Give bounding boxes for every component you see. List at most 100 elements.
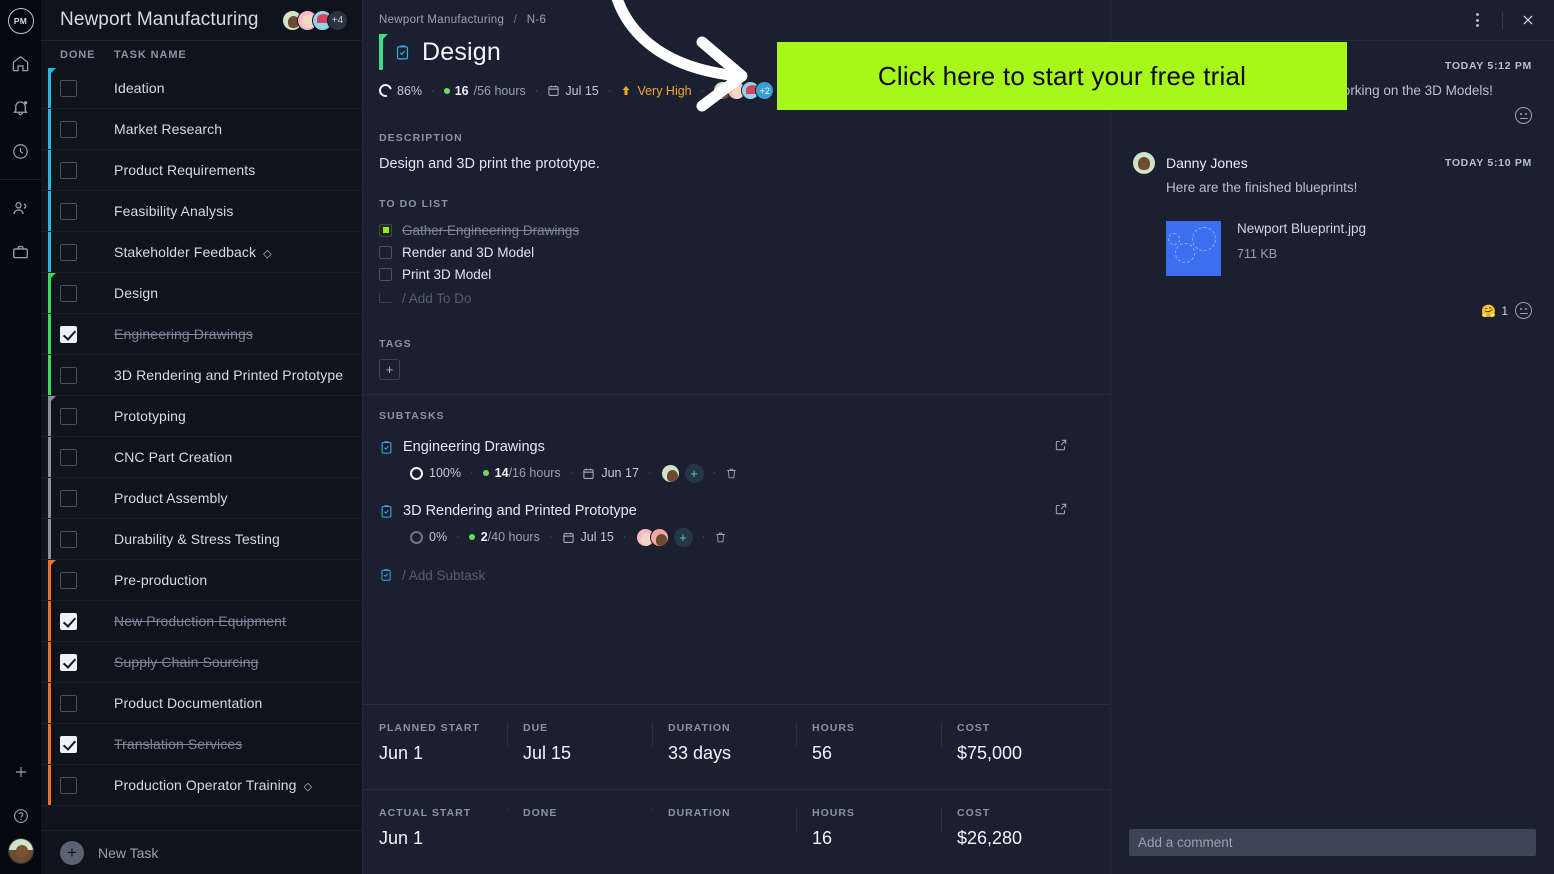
- avatar-overflow[interactable]: +4: [327, 9, 348, 31]
- subtask-title-row[interactable]: 3D Rendering and Printed Prototype: [379, 498, 1110, 524]
- attachment-filename: Newport Blueprint.jpg: [1237, 221, 1367, 236]
- add-tag-button[interactable]: +: [379, 359, 400, 380]
- add-reaction-icon[interactable]: [1515, 107, 1532, 124]
- more-options-icon[interactable]: [1463, 6, 1491, 34]
- task-row[interactable]: Stakeholder Feedback ◇: [41, 232, 362, 273]
- task-done-checkbox[interactable]: [60, 284, 77, 302]
- subtask-assignees[interactable]: +: [660, 463, 704, 483]
- hours-dot-icon: [482, 470, 489, 476]
- task-row[interactable]: Market Research: [41, 109, 362, 150]
- free-trial-cta-button[interactable]: Click here to start your free trial: [777, 42, 1347, 110]
- task-row[interactable]: Ideation: [41, 68, 362, 109]
- todo-item[interactable]: Gather Engineering Drawings: [363, 219, 1110, 241]
- task-row[interactable]: Supply Chain Sourcing: [41, 642, 362, 683]
- task-name: Market Research: [114, 121, 223, 137]
- open-subtask-icon[interactable]: [1054, 438, 1068, 457]
- task-row[interactable]: Product Requirements: [41, 150, 362, 191]
- task-done-checkbox[interactable]: [60, 366, 77, 384]
- home-icon[interactable]: [0, 41, 41, 85]
- task-done-checkbox[interactable]: [60, 653, 77, 671]
- todo-checkbox[interactable]: [379, 245, 392, 259]
- subtask-item: 3D Rendering and Printed Prototype 0% · 2/4…: [363, 498, 1110, 550]
- task-detail-panel: Newport Manufacturing / N-6 Design 86% ·: [362, 0, 1110, 874]
- task-row[interactable]: Product Assembly: [41, 478, 362, 519]
- task-done-checkbox[interactable]: [60, 120, 77, 138]
- task-done-checkbox[interactable]: [60, 243, 77, 261]
- hours-meta[interactable]: 16 /56 hours: [443, 84, 526, 98]
- priority-value: Very High: [637, 83, 692, 98]
- delete-subtask-icon[interactable]: [714, 531, 727, 544]
- add-todo-button[interactable]: / Add To Do: [363, 285, 1110, 311]
- task-done-checkbox[interactable]: [60, 407, 77, 425]
- new-task-button[interactable]: + New Task: [41, 830, 362, 874]
- todo-item[interactable]: Render and 3D Model: [363, 241, 1110, 263]
- task-row[interactable]: New Production Equipment: [41, 601, 362, 642]
- progress-value: 86%: [397, 83, 423, 98]
- subtask-hours-done: 14: [494, 466, 509, 480]
- close-icon[interactable]: [1514, 6, 1542, 34]
- meta-separator: ·: [701, 531, 706, 543]
- stat-cell: COST $26,280: [941, 790, 1091, 849]
- todo-checkbox[interactable]: [379, 267, 392, 281]
- task-done-checkbox[interactable]: [60, 571, 77, 589]
- task-row[interactable]: CNC Part Creation: [41, 437, 362, 478]
- task-done-checkbox[interactable]: [60, 79, 77, 97]
- task-done-checkbox[interactable]: [60, 612, 77, 630]
- add-icon[interactable]: [0, 750, 41, 794]
- due-date-meta[interactable]: Jul 15: [547, 84, 599, 98]
- milestone-diamond-icon: ◇: [303, 781, 313, 793]
- reaction-badge[interactable]: 🤗 1: [1481, 304, 1508, 318]
- task-row[interactable]: Product Documentation: [41, 683, 362, 724]
- open-subtask-icon[interactable]: [1054, 502, 1068, 521]
- task-row[interactable]: Prototyping: [41, 396, 362, 437]
- hours-dot-icon: [468, 534, 475, 540]
- priority-meta[interactable]: Very High: [620, 83, 692, 98]
- add-reaction-icon[interactable]: [1515, 302, 1532, 319]
- breadcrumb-task-id[interactable]: N-6: [527, 14, 546, 26]
- todo-checkbox[interactable]: [379, 223, 392, 237]
- comments-panel: TODAY 5:12 PM Thanks Danny, we will star…: [1110, 0, 1554, 874]
- task-row[interactable]: 3D Rendering and Printed Prototype: [41, 355, 362, 396]
- time-icon[interactable]: [0, 129, 41, 173]
- task-row[interactable]: Engineering Drawings: [41, 314, 362, 355]
- app-logo[interactable]: PM: [0, 0, 41, 41]
- add-assignee-button[interactable]: +: [684, 463, 704, 483]
- project-members[interactable]: +4: [282, 9, 348, 31]
- progress-meta[interactable]: 86%: [376, 81, 423, 100]
- task-row[interactable]: Design: [41, 273, 362, 314]
- help-icon[interactable]: [0, 794, 41, 838]
- subtask-assignees[interactable]: +: [635, 527, 693, 547]
- task-done-checkbox[interactable]: [60, 448, 77, 466]
- task-done-checkbox[interactable]: [60, 735, 77, 753]
- task-done-checkbox[interactable]: [60, 325, 77, 343]
- breadcrumb-project[interactable]: Newport Manufacturing: [379, 14, 504, 26]
- task-row[interactable]: Production Operator Training ◇: [41, 765, 362, 806]
- task-name: New Production Equipment: [114, 613, 287, 629]
- task-row[interactable]: Translation Services: [41, 724, 362, 765]
- todo-item[interactable]: Print 3D Model: [363, 263, 1110, 285]
- task-done-checkbox[interactable]: [60, 202, 77, 220]
- task-group-color-bar: [48, 232, 51, 272]
- task-done-checkbox[interactable]: [60, 694, 77, 712]
- add-subtask-button[interactable]: / Add Subtask: [363, 562, 1110, 588]
- comment-input[interactable]: [1129, 829, 1536, 856]
- task-done-checkbox[interactable]: [60, 776, 77, 794]
- task-row[interactable]: Pre-production: [41, 560, 362, 601]
- add-assignee-button[interactable]: +: [673, 527, 693, 547]
- assignee-overflow[interactable]: +2: [755, 81, 775, 100]
- description-text[interactable]: Design and 3D print the prototype.: [363, 144, 1110, 172]
- comment-attachment[interactable]: Newport Blueprint.jpg 711 KB: [1166, 221, 1532, 276]
- notifications-icon[interactable]: [0, 85, 41, 129]
- briefcase-icon[interactable]: [0, 230, 41, 274]
- delete-subtask-icon[interactable]: [725, 467, 738, 480]
- task-done-checkbox[interactable]: [60, 161, 77, 179]
- task-done-checkbox[interactable]: [60, 530, 77, 548]
- people-icon[interactable]: [0, 186, 41, 230]
- project-header: Newport Manufacturing +4: [41, 0, 362, 41]
- subtask-title-row[interactable]: Engineering Drawings: [379, 434, 1110, 460]
- task-row[interactable]: Durability & Stress Testing: [41, 519, 362, 560]
- task-row[interactable]: Feasibility Analysis: [41, 191, 362, 232]
- user-avatar[interactable]: [7, 838, 34, 864]
- task-done-checkbox[interactable]: [60, 489, 77, 507]
- task-rows: Ideation Market Research Product Requireme…: [41, 68, 362, 830]
